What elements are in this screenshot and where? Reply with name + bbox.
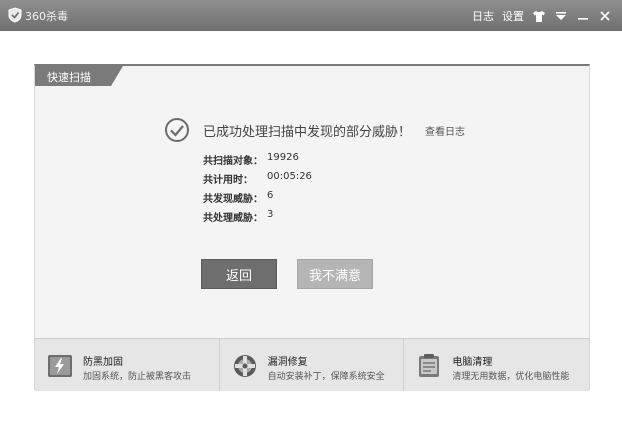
feature-card-patch[interactable]: 漏洞修复 自动安装补丁，保障系统安全 (220, 339, 405, 391)
antivirus-window: 360杀毒 日志 设置 快速扫描 已成功处理扫描中发现的部分威胁！ 查看日志 共… (0, 0, 622, 426)
feature-title: 漏洞修复 (267, 357, 308, 368)
stat-label: 共计用时： (203, 175, 253, 186)
feature-card-cleanup[interactable]: 电脑清理 清理无用数据，优化电脑性能 (404, 339, 589, 391)
close-icon[interactable] (598, 9, 612, 23)
quick-scan-tab-label: 快速扫描 (47, 71, 91, 84)
success-check-icon (165, 118, 189, 142)
stat-value: 6 (267, 190, 274, 201)
title-bar[interactable]: 360杀毒 日志 设置 (0, 0, 622, 31)
feature-desc: 加固系统，防止被黑客攻击 (83, 372, 192, 382)
feature-title: 电脑清理 (452, 357, 493, 368)
scan-result-panel: 快速扫描 已成功处理扫描中发现的部分威胁！ 查看日志 共扫描对象： 19926 … (34, 64, 590, 391)
feature-card-hardening[interactable]: 防黑加固 加固系统，防止被黑客攻击 (35, 339, 220, 391)
quick-scan-tab: 快速扫描 (35, 66, 123, 86)
shield-lightning-icon (48, 355, 72, 377)
settings-link[interactable]: 设置 (502, 8, 524, 24)
feature-title: 防黑加固 (83, 357, 123, 368)
menu-dropdown-icon[interactable] (554, 9, 568, 23)
stat-label: 共处理威胁： (203, 213, 263, 224)
minimize-icon[interactable] (576, 9, 590, 23)
view-log-link[interactable]: 查看日志 (425, 123, 465, 138)
stat-value: 3 (267, 209, 274, 220)
stat-row: 共处理威胁： 3 (203, 209, 423, 228)
stat-value: 00:05:26 (267, 171, 312, 182)
back-button[interactable]: 返回 (201, 259, 277, 289)
stat-label: 共扫描对象： (203, 156, 263, 167)
app-title: 360杀毒 (25, 10, 68, 23)
stat-row: 共发现威胁： 6 (203, 190, 423, 209)
app-logo-icon (8, 7, 22, 23)
unsatisfied-button[interactable]: 我不满意 (297, 259, 373, 289)
stat-row: 共扫描对象： 19926 (203, 152, 423, 171)
feature-desc: 清理无用数据，优化电脑性能 (452, 372, 570, 382)
feature-desc: 自动安装补丁，保障系统安全 (267, 372, 385, 382)
feature-bar: 防黑加固 加固系统，防止被黑客攻击 漏洞修复 自动安装补丁，保障系统安全 电脑清… (35, 338, 589, 391)
log-link[interactable]: 日志 (472, 8, 494, 24)
stat-row: 共计用时： 00:05:26 (203, 171, 423, 190)
titlebar-controls: 日志 设置 (472, 6, 612, 26)
stat-label: 共发现威胁： (203, 194, 263, 205)
cleanup-icon (419, 354, 440, 377)
patch-icon (233, 355, 256, 377)
stat-value: 19926 (267, 152, 299, 163)
skin-shirt-icon[interactable] (532, 9, 546, 23)
scan-stats: 共扫描对象： 19926 共计用时： 00:05:26 共发现威胁： 6 共处理… (203, 152, 423, 228)
result-message: 已成功处理扫描中发现的部分威胁！ (203, 125, 412, 140)
scan-result-row: 已成功处理扫描中发现的部分威胁！ 查看日志 (163, 116, 503, 146)
